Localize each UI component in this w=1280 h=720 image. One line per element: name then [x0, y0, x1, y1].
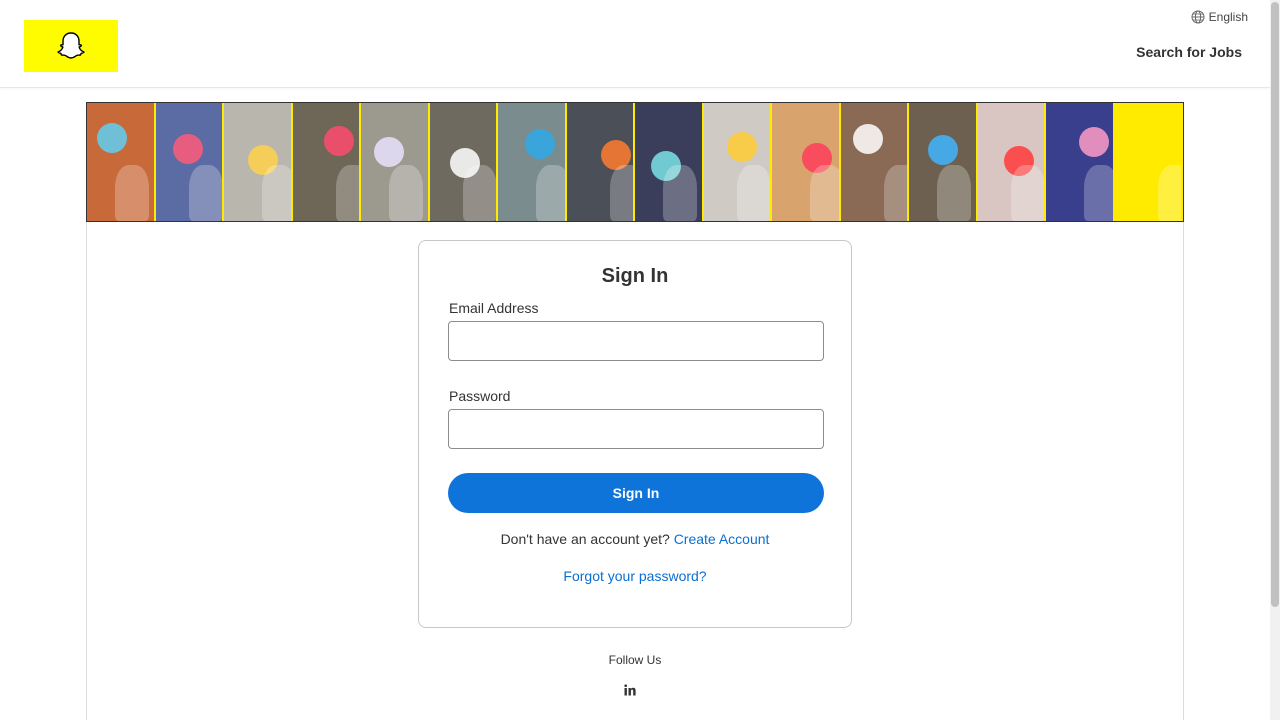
forgot-password-row: Forgot your password? [419, 568, 851, 584]
language-label: English [1208, 10, 1248, 24]
signin-button[interactable]: Sign In [448, 473, 824, 513]
banner-photo-tile [566, 103, 635, 221]
banner-photo-tile [635, 103, 704, 221]
photo-figure [1129, 138, 1160, 168]
photo-figure [335, 165, 360, 221]
search-jobs-link[interactable]: Search for Jobs [1132, 42, 1246, 62]
photo-figure [928, 135, 958, 165]
password-label: Password [449, 388, 511, 404]
banner-photo-tile [498, 103, 567, 221]
photo-figure [883, 165, 908, 221]
no-account-text: Don't have an account yet? [500, 531, 670, 547]
photo-figure [462, 165, 497, 221]
email-label: Email Address [449, 300, 539, 316]
banner-photo-tile [1046, 103, 1115, 221]
photo-figure [262, 165, 291, 221]
linkedin-icon[interactable] [623, 683, 637, 697]
signin-title: Sign In [601, 265, 669, 287]
photo-figure [1157, 165, 1182, 221]
photo-figure [525, 129, 555, 159]
photo-figure [663, 165, 697, 221]
banner-photo-tile [87, 103, 156, 221]
password-field[interactable] [448, 409, 824, 449]
forgot-password-link[interactable]: Forgot your password? [563, 568, 706, 584]
photo-figure [1079, 127, 1109, 157]
banner-photo-tile [909, 103, 978, 221]
banner-photo-tile [977, 103, 1046, 221]
scrollbar-thumb[interactable] [1271, 2, 1279, 607]
photo-figure [389, 165, 423, 221]
photo-figure [1084, 165, 1113, 221]
create-account-row: Don't have an account yet? Create Accoun… [419, 531, 851, 547]
signin-card: Sign In Email Address Password Sign In D… [418, 240, 852, 628]
photo-figure [323, 126, 354, 156]
banner-photo-tile [224, 103, 293, 221]
photo-figure [115, 165, 149, 221]
photo-figure [852, 124, 883, 154]
photo-figure [188, 165, 223, 221]
photo-figure [97, 123, 127, 153]
photo-figure [736, 165, 771, 221]
create-account-link[interactable]: Create Account [674, 531, 770, 547]
page-scrollbar[interactable] [1270, 0, 1280, 720]
photo-figure [810, 165, 839, 221]
banner-photo-tile [155, 103, 224, 221]
banner-photo-tile [292, 103, 361, 221]
banner-photo-tile [703, 103, 772, 221]
banner-photo-tile [429, 103, 498, 221]
banner-photo-tile [772, 103, 841, 221]
banner-photo-tile [1114, 103, 1183, 221]
site-header: English Search for Jobs [0, 0, 1270, 88]
photo-figure [172, 134, 203, 164]
photo-figure [937, 165, 971, 221]
photo-figure [536, 165, 565, 221]
photo-figure [609, 165, 634, 221]
photo-figure [1010, 165, 1045, 221]
photo-figure [726, 132, 757, 162]
photo-figure [374, 137, 404, 167]
ghost-icon [57, 32, 85, 59]
banner-photo-tile [840, 103, 909, 221]
snapchat-logo[interactable] [24, 20, 118, 72]
team-photo-banner [86, 102, 1184, 222]
language-selector[interactable]: English [1191, 10, 1248, 24]
email-field[interactable] [448, 321, 824, 361]
banner-photo-tile [361, 103, 430, 221]
page: English Search for Jobs Sign In Email Ad… [0, 0, 1280, 720]
globe-icon [1191, 10, 1205, 24]
follow-us-label: Follow Us [608, 653, 662, 667]
